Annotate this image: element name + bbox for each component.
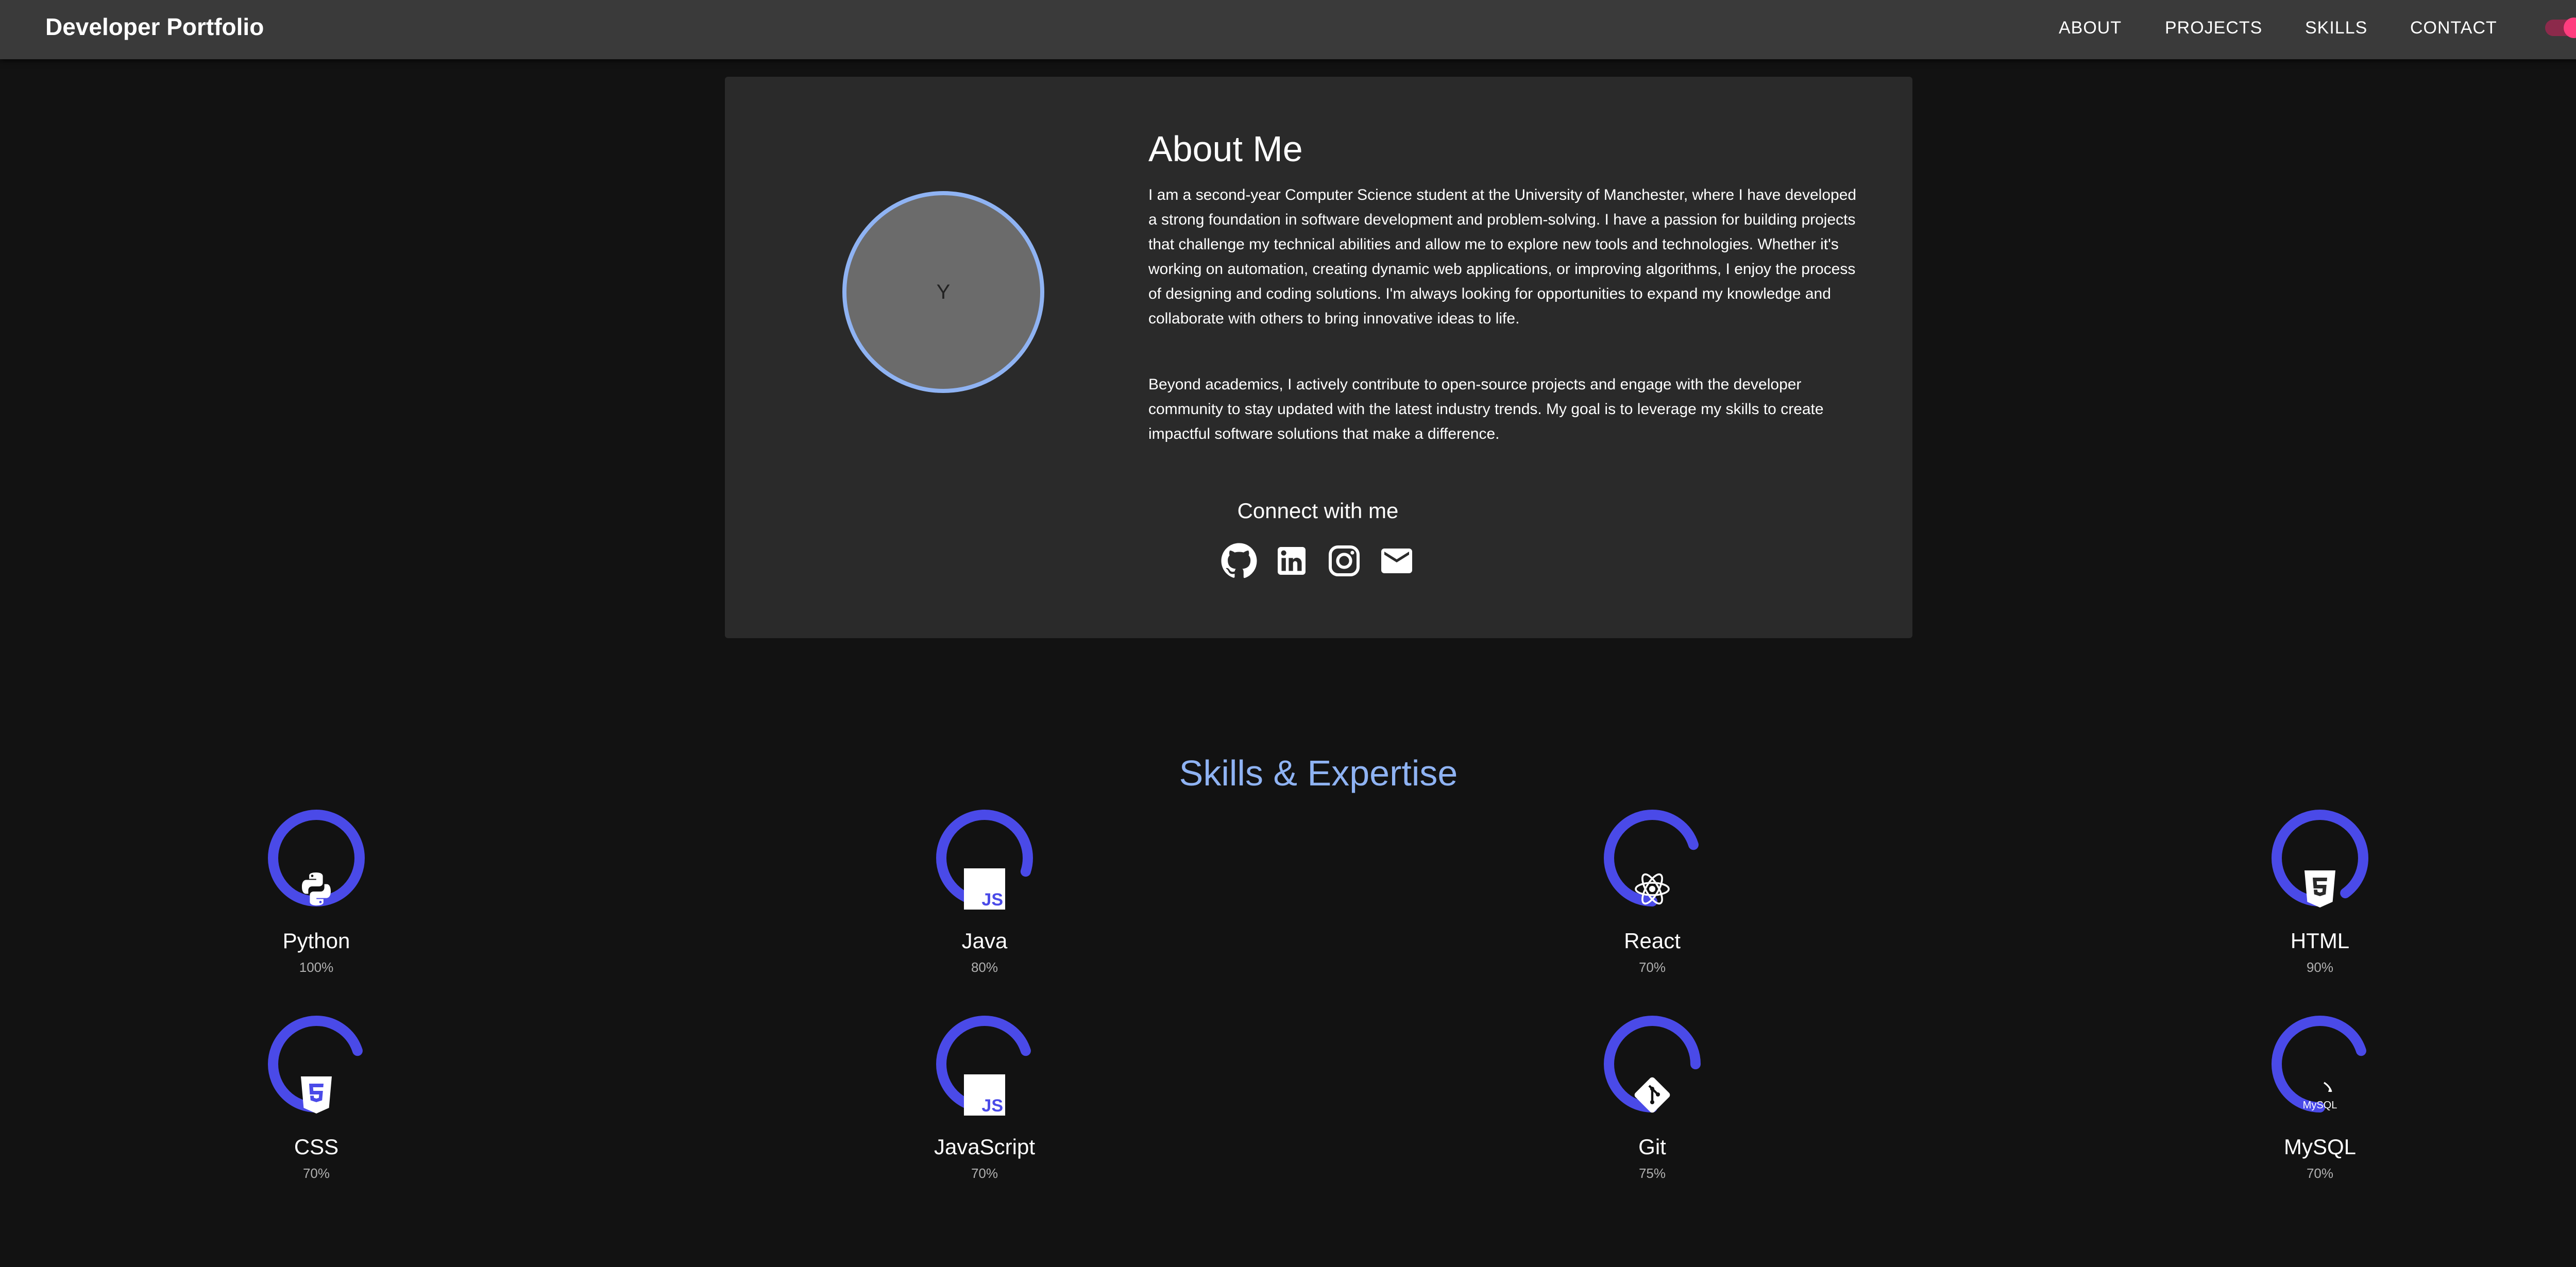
nav-link-contact[interactable]: CONTACT	[2410, 18, 2497, 38]
python-icon	[296, 868, 337, 910]
about-paragraph-1: I am a second-year Computer Science stud…	[1148, 186, 1857, 327]
skill-percent: 70%	[1638, 960, 1666, 975]
about-card: Y About Me I am a second-year Computer S…	[725, 77, 1912, 638]
js-icon: JS	[964, 1074, 1005, 1116]
skill-java-card: JS Java 80%	[882, 807, 1088, 982]
skill-name: Java	[961, 929, 1008, 953]
skill-percent: 100%	[299, 960, 334, 975]
js-icon: JS	[964, 868, 1005, 910]
github-icon[interactable]	[1221, 542, 1258, 579]
nav-link-skills[interactable]: SKILLS	[2305, 18, 2367, 38]
skill-name: Git	[1638, 1135, 1666, 1159]
mysql-icon: MySQL	[2299, 1074, 2341, 1116]
skill-name: Python	[282, 929, 350, 953]
git-icon	[1632, 1074, 1673, 1116]
linkedin-icon[interactable]	[1273, 542, 1310, 579]
email-icon[interactable]	[1378, 542, 1415, 579]
about-title: About Me	[1148, 129, 1303, 169]
react-icon	[1632, 868, 1673, 910]
html5-icon	[2299, 868, 2341, 910]
theme-toggle-knob	[2564, 18, 2576, 38]
skill-name: JavaScript	[934, 1135, 1036, 1159]
svg-text:JS: JS	[981, 890, 1003, 910]
avatar: Y	[842, 191, 1044, 393]
instagram-icon[interactable]	[1326, 542, 1363, 579]
skill-name: React	[1624, 929, 1681, 953]
skill-percent: 90%	[2306, 960, 2334, 975]
skill-mysql-card: MySQL MySQL 70%	[2217, 1013, 2423, 1188]
svg-text:MySQL: MySQL	[2303, 1100, 2337, 1111]
skill-percent: 70%	[971, 1166, 998, 1181]
svg-text:JS: JS	[981, 1096, 1003, 1116]
skill-javascript-card: JS JavaScript 70%	[882, 1013, 1088, 1188]
navbar: Developer Portfolio ABOUT PROJECTS SKILL…	[0, 0, 2576, 59]
skill-python-card: Python 100%	[213, 807, 419, 982]
skill-name: MySQL	[2283, 1135, 2357, 1159]
skill-percent: 75%	[1638, 1166, 1666, 1181]
connect-title: Connect with me	[1237, 499, 1399, 523]
css3-icon	[296, 1074, 337, 1116]
nav-link-about[interactable]: ABOUT	[2059, 18, 2122, 38]
skill-git-card: Git 75%	[1549, 1013, 1755, 1188]
skill-name: CSS	[294, 1135, 339, 1159]
skill-percent: 70%	[2306, 1166, 2334, 1181]
skill-html-card: HTML 90%	[2217, 807, 2423, 982]
skills-title: Skills & Expertise	[1179, 753, 1458, 793]
skill-percent: 70%	[302, 1166, 330, 1181]
avatar-initial: Y	[936, 280, 951, 303]
skill-name: HTML	[2290, 929, 2350, 953]
skill-react-card: React 70%	[1549, 807, 1755, 982]
nav-link-projects[interactable]: PROJECTS	[2165, 18, 2262, 38]
about-paragraph-2: Beyond academics, I actively contribute …	[1148, 376, 1824, 442]
brand-title[interactable]: Developer Portfolio	[45, 13, 264, 40]
theme-toggle[interactable]	[2545, 18, 2576, 38]
skill-css-card: CSS 70%	[213, 1013, 419, 1188]
skill-percent: 80%	[971, 960, 998, 975]
